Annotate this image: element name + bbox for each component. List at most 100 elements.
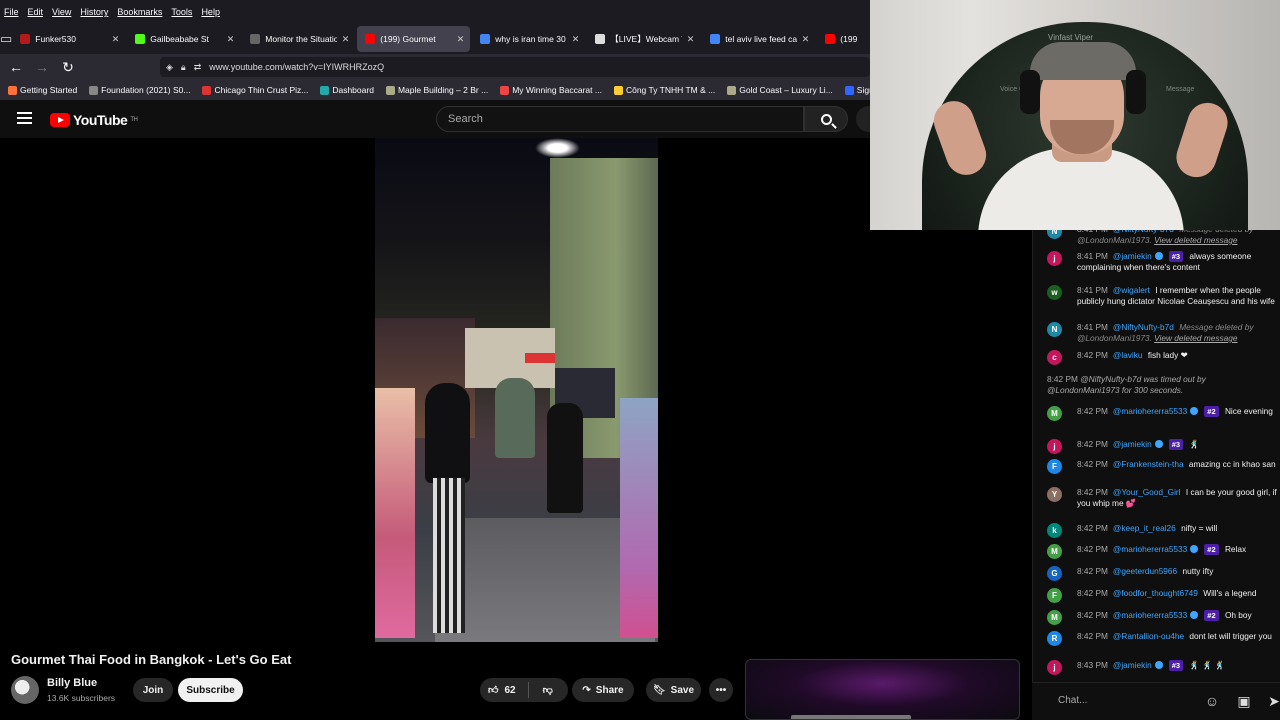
bookmark-item[interactable]: Maple Building – 2 Br ... — [385, 85, 488, 95]
voice-search-button[interactable] — [856, 106, 870, 132]
browser-tab[interactable]: Gailbeababe St ✕ — [127, 26, 240, 52]
chat-message[interactable]: M 8:42 PM @mariohererra5533 #2 Nice evening — [1047, 406, 1280, 421]
like-count[interactable]: 62 — [504, 685, 515, 696]
like-icon[interactable]: 👍︎ — [488, 684, 498, 696]
chat-author[interactable]: @foodfor_thought6749 — [1113, 588, 1198, 598]
chat-author[interactable]: @mariohererra5533 — [1113, 406, 1187, 416]
chat-avatar[interactable]: M — [1047, 544, 1062, 559]
close-tab-icon[interactable]: ✕ — [802, 34, 810, 45]
chat-author[interactable]: @mariohererra5533 — [1113, 610, 1187, 620]
chat-message[interactable]: c 8:42 PM @laviku fish lady ❤ — [1047, 350, 1280, 365]
view-deleted-link[interactable]: View deleted message — [1154, 333, 1237, 343]
bookmark-item[interactable]: Chicago Thin Crust Piz... — [202, 85, 308, 95]
close-tab-icon[interactable]: ✕ — [112, 34, 120, 45]
chat-avatar[interactable]: F — [1047, 459, 1062, 474]
list-all-tabs-icon[interactable]: ▭ — [0, 24, 12, 54]
chat-message[interactable]: M 8:42 PM @mariohererra5533 #2 Relax — [1047, 544, 1280, 559]
menu-help[interactable]: Help — [201, 7, 220, 17]
chat-author[interactable]: @wigalert — [1113, 285, 1150, 295]
bookmark-item[interactable]: Getting Started — [8, 85, 77, 95]
chat-author[interactable]: @jamiekin — [1113, 660, 1152, 670]
menu-edit[interactable]: Edit — [28, 7, 44, 17]
close-tab-icon[interactable]: ✕ — [687, 34, 695, 45]
chat-author[interactable]: @geeterdun5966 — [1113, 566, 1177, 576]
chat-author[interactable]: @jamiekin — [1113, 251, 1152, 261]
chat-message[interactable]: j 8:41 PM @jamiekin #3 always someone compl… — [1047, 251, 1280, 273]
dislike-icon[interactable]: 👎︎ — [543, 684, 553, 696]
super-chat-icon[interactable]: ▣ — [1236, 693, 1252, 709]
search-input[interactable]: Search — [436, 106, 804, 132]
chat-avatar[interactable]: M — [1047, 610, 1062, 625]
bookmark-item[interactable]: Sign in - Drea — [844, 85, 870, 95]
chat-avatar[interactable]: G — [1047, 566, 1062, 581]
browser-tab[interactable]: Monitor the Situatio ✕ — [242, 26, 355, 52]
chat-avatar[interactable]: N — [1047, 322, 1062, 337]
chat-message[interactable]: j 8:42 PM @jamiekin #3 🕺 — [1047, 439, 1280, 454]
bookmark-item[interactable]: Dashboard — [320, 85, 374, 95]
chat-author[interactable]: @NiftyNufty-b7d — [1113, 322, 1174, 332]
menu-bookmarks[interactable]: Bookmarks — [117, 7, 162, 17]
youtube-logo[interactable]: YouTube TH — [50, 112, 138, 128]
menu-view[interactable]: View — [52, 7, 71, 17]
chat-message[interactable]: Y 8:42 PM @Your_Good_Girl I can be your go… — [1047, 487, 1280, 509]
back-icon[interactable]: ← — [3, 59, 29, 75]
chat-avatar[interactable]: k — [1047, 523, 1062, 538]
channel-avatar[interactable] — [11, 676, 39, 704]
view-deleted-link[interactable]: View deleted message — [1154, 235, 1237, 245]
chat-author[interactable]: @keep_it_real26 — [1113, 523, 1176, 533]
menu-file[interactable]: File — [4, 7, 19, 17]
chat-author[interactable]: @laviku — [1113, 350, 1143, 360]
url-text[interactable]: www.youtube.com/watch?v=IYIWRHRZozQ — [209, 62, 384, 72]
close-tab-icon[interactable]: ✕ — [457, 34, 465, 45]
forward-icon[interactable]: → — [29, 59, 55, 75]
channel-name[interactable]: Billy Blue — [47, 677, 97, 689]
browser-tab[interactable]: tel aviv live feed ca ✕ — [702, 26, 815, 52]
subscribe-button[interactable]: Subscribe — [178, 678, 243, 702]
chat-message[interactable]: M 8:42 PM @mariohererra5533 #2 Oh boy — [1047, 610, 1280, 625]
chat-message[interactable]: F 8:42 PM @Frankenstein-tha amazing cc in … — [1047, 459, 1280, 474]
browser-tab[interactable]: why is iran time 30 ✕ — [472, 26, 585, 52]
chat-avatar[interactable]: j — [1047, 660, 1062, 675]
bookmark-item[interactable]: Foundation (2021) S0... — [89, 85, 190, 95]
chat-message[interactable]: N8:41 PM@NiftyNufty-b7d Message deleted … — [1047, 322, 1280, 344]
more-actions-button[interactable]: ••• — [709, 678, 733, 702]
share-button[interactable]: ↷ Share — [572, 678, 634, 702]
chat-message[interactable]: R 8:42 PM @Rantallion-ou4he dont let will … — [1047, 631, 1280, 646]
browser-tab[interactable]: 【LIVE】Webcam V ✕ — [587, 26, 700, 52]
close-tab-icon[interactable]: ✕ — [227, 34, 235, 45]
chat-message[interactable]: F 8:42 PM @foodfor_thought6749 Will's a le… — [1047, 588, 1280, 603]
chat-message[interactable]: G 8:42 PM @geeterdun5966 nutty ifty — [1047, 566, 1280, 581]
chat-message[interactable]: N8:41 PM@NiftyNufty-b7d Message deleted … — [1047, 230, 1280, 246]
chat-message[interactable]: j 8:43 PM @jamiekin #3 🕺 🕺 🕺 — [1047, 660, 1280, 675]
chat-avatar[interactable]: R — [1047, 631, 1062, 646]
chat-avatar[interactable]: Y — [1047, 487, 1062, 502]
chat-avatar[interactable]: N — [1047, 230, 1062, 239]
chat-author[interactable]: @NiftyNufty-b7d — [1113, 230, 1174, 234]
close-tab-icon[interactable]: ✕ — [342, 34, 350, 45]
chat-author[interactable]: @Your_Good_Girl — [1113, 487, 1181, 497]
chat-avatar[interactable]: j — [1047, 439, 1062, 454]
menu-history[interactable]: History — [80, 7, 108, 17]
chat-avatar[interactable]: c — [1047, 350, 1062, 365]
send-icon[interactable]: ➤ — [1266, 693, 1280, 709]
lock-icon[interactable]: 🔒︎ — [181, 62, 186, 73]
suggested-video-thumbnail[interactable] — [745, 659, 1020, 720]
browser-tab[interactable]: Funker530 ✕ — [12, 26, 125, 52]
address-bar[interactable]: ◈ 🔒︎ ⇄ www.youtube.com/watch?v=IYIWRHRZo… — [160, 57, 870, 77]
menu-icon[interactable] — [17, 112, 32, 124]
chat-message[interactable]: w 8:41 PM @wigalert I remember when the pe… — [1047, 285, 1280, 307]
browser-tab[interactable]: (199) Gourmet ✕ — [357, 26, 471, 52]
permissions-icon[interactable]: ⇄ — [194, 62, 202, 73]
shield-icon[interactable]: ◈ — [166, 62, 173, 73]
chat-avatar[interactable]: w — [1047, 285, 1062, 300]
video-player[interactable] — [375, 138, 658, 642]
chat-avatar[interactable]: j — [1047, 251, 1062, 266]
search-button[interactable] — [804, 106, 848, 132]
chat-message[interactable]: k 8:42 PM @keep_it_real26 nifty = will — [1047, 523, 1280, 538]
chat-author[interactable]: @mariohererra5533 — [1113, 544, 1187, 554]
emoji-icon[interactable]: ☺ — [1204, 693, 1220, 709]
chat-avatar[interactable]: M — [1047, 406, 1062, 421]
bookmark-item[interactable]: My Winning Baccarat ... — [500, 85, 602, 95]
bookmark-item[interactable]: Công Ty TNHH TM & ... — [613, 85, 715, 95]
join-button[interactable]: Join — [133, 678, 173, 702]
